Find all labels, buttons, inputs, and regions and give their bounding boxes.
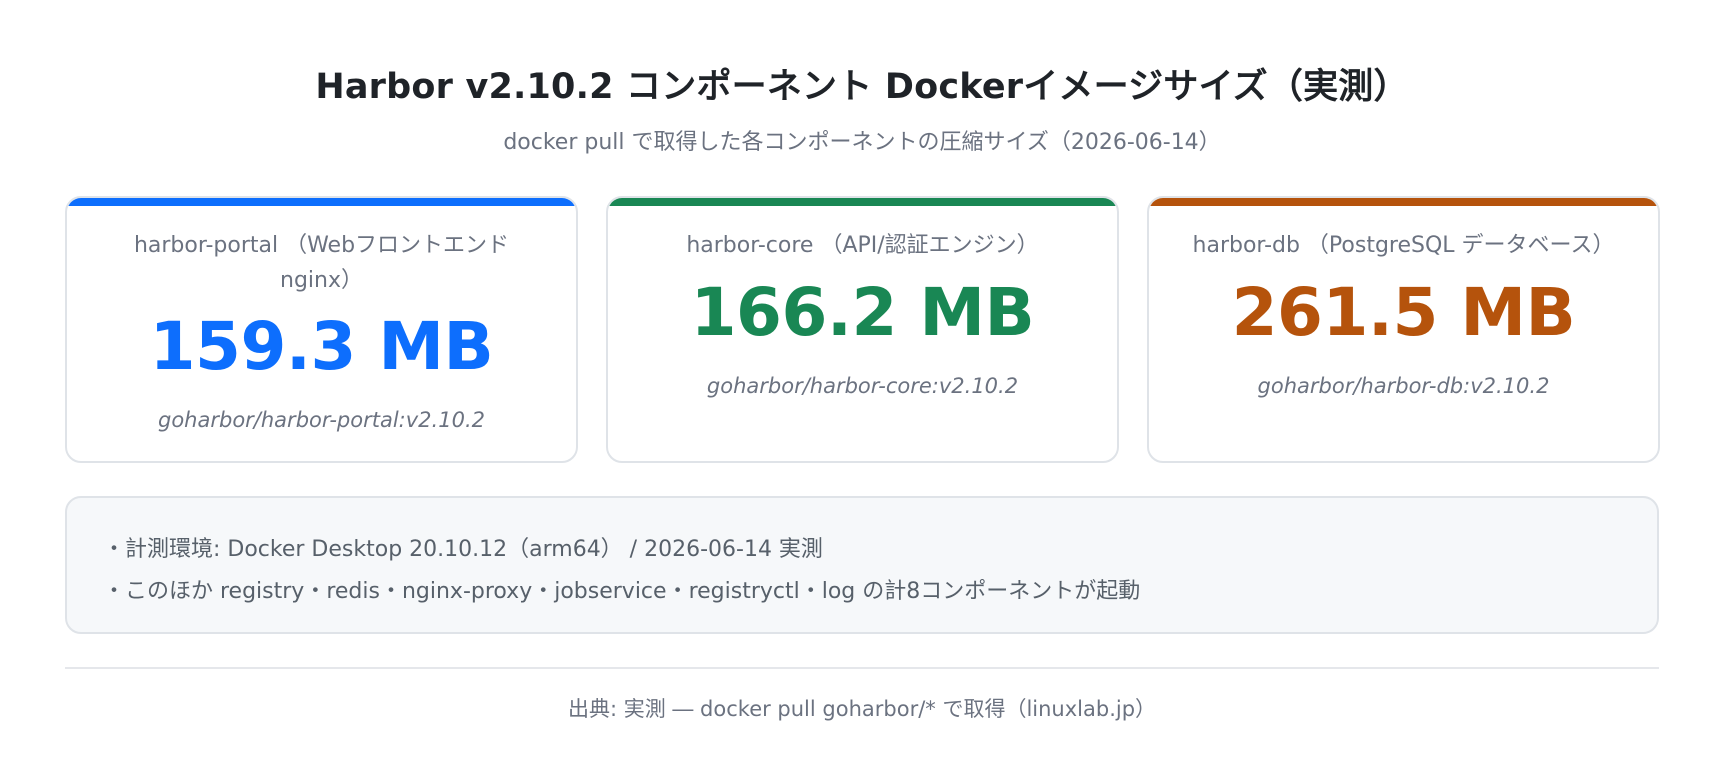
page: Harbor v2.10.2 コンポーネント Dockerイメージサイズ（実測）… xyxy=(65,0,1660,758)
card-accent-bar xyxy=(608,198,1117,206)
card-size-value: 261.5 MB xyxy=(1231,274,1576,351)
card-image-tag: goharbor/harbor-portal:v2.10.2 xyxy=(158,408,485,432)
component-cards: harbor-portal （Webフロントエンド nginx） 159.3 M… xyxy=(65,196,1660,463)
card-component-name: harbor-core （API/認証エンジン） xyxy=(686,233,1039,258)
card-harbor-db: harbor-db （PostgreSQL データベース） 261.5 MB g… xyxy=(1147,196,1660,463)
source-note: 出典: 実測 ― docker pull goharbor/* で取得（linu… xyxy=(567,697,1157,721)
note-other-components: ・このほか registry・redis・nginx-proxy・jobserv… xyxy=(103,579,1141,604)
note-environment: ・計測環境: Docker Desktop 20.10.12（arm64） / … xyxy=(103,537,823,562)
card-size-value: 159.3 MB xyxy=(149,308,494,385)
card-image-tag: goharbor/harbor-db:v2.10.2 xyxy=(1257,374,1550,398)
page-title: Harbor v2.10.2 コンポーネント Dockerイメージサイズ（実測） xyxy=(315,67,1409,107)
card-accent-bar xyxy=(1149,198,1658,206)
card-component-name: harbor-db （PostgreSQL データベース） xyxy=(1192,233,1615,258)
card-harbor-portal: harbor-portal （Webフロントエンド nginx） 159.3 M… xyxy=(65,196,578,463)
page-subtitle: docker pull で取得した各コンポーネントの圧縮サイズ（2026-06-… xyxy=(503,130,1221,155)
notes-panel: ・計測環境: Docker Desktop 20.10.12（arm64） / … xyxy=(65,496,1659,634)
card-image-tag: goharbor/harbor-core:v2.10.2 xyxy=(706,374,1019,398)
card-accent-bar xyxy=(67,198,576,206)
card-size-value: 166.2 MB xyxy=(690,274,1035,351)
card-component-name: harbor-portal （Webフロントエンド nginx） xyxy=(133,233,510,293)
divider xyxy=(65,667,1659,669)
card-harbor-core: harbor-core （API/認証エンジン） 166.2 MB goharb… xyxy=(606,196,1119,463)
